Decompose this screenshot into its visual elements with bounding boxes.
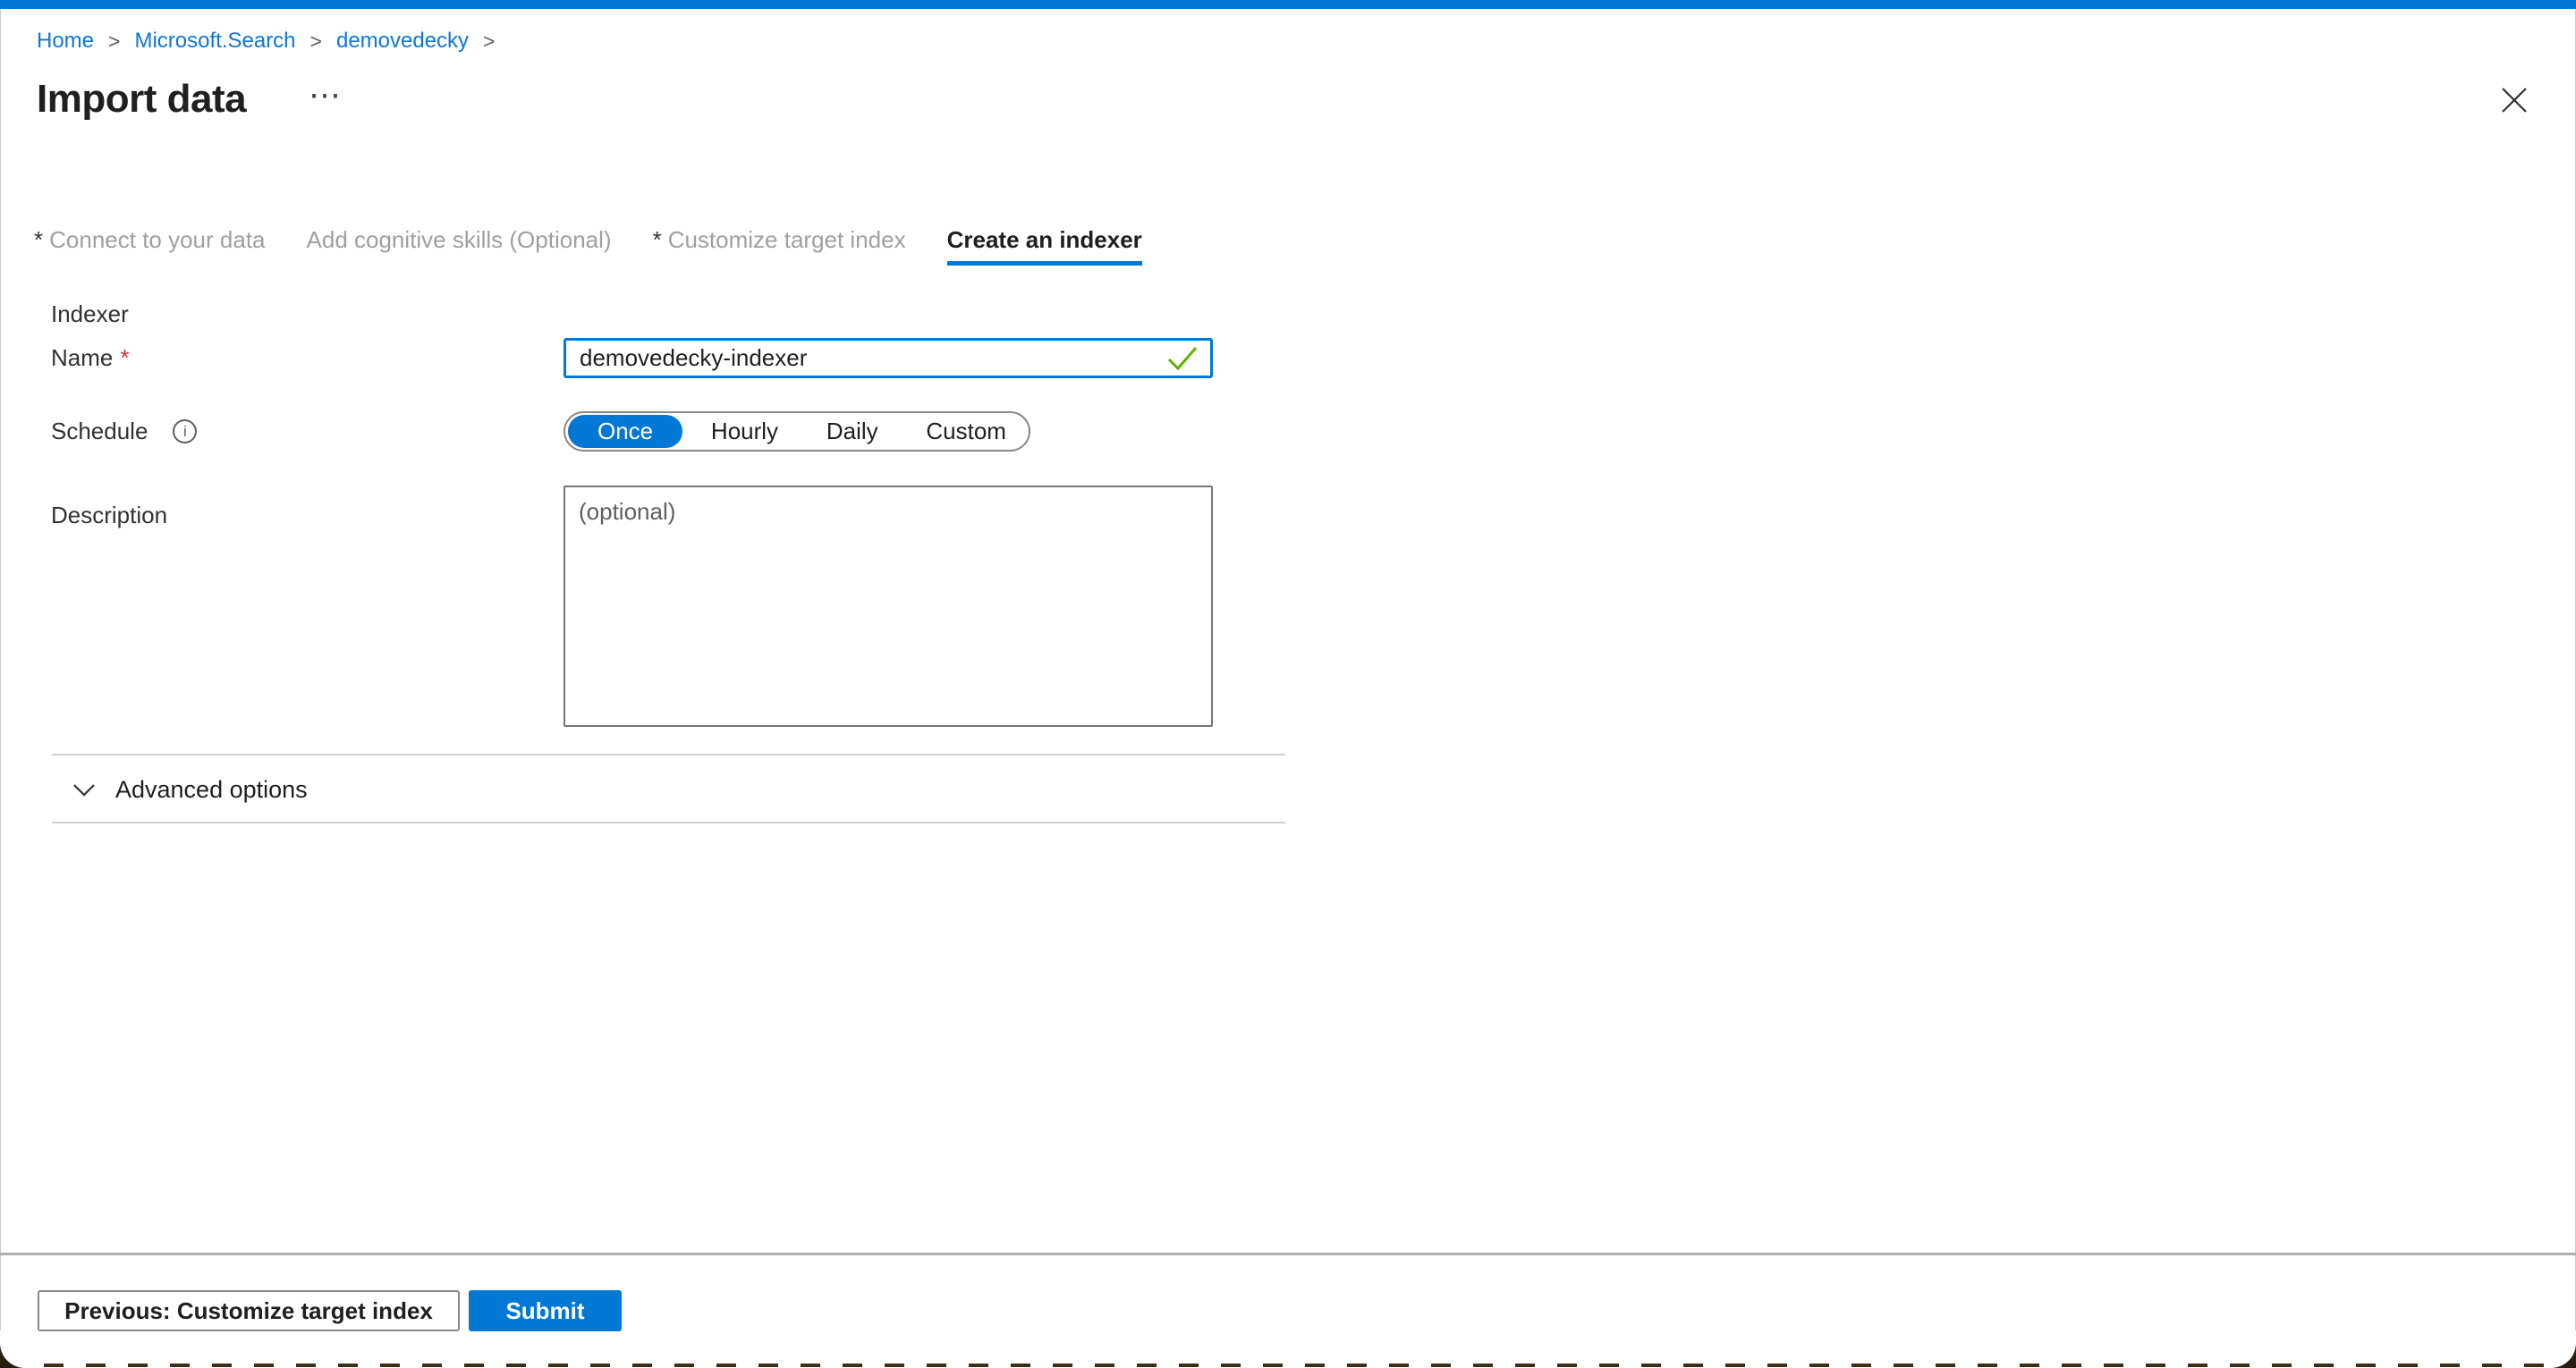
breadcrumb-link-demovedecky[interactable]: demovedecky — [336, 29, 469, 54]
schedule-row: Schedule i Once Hourly Daily Custom — [51, 411, 1285, 452]
indexer-section-heading: Indexer — [51, 300, 1285, 327]
import-data-panel: Home > Microsoft.Search > demovedecky > … — [0, 0, 2576, 1368]
advanced-options-label: Advanced options — [115, 776, 308, 804]
tab-create-an-indexer[interactable]: Create an indexer — [947, 226, 1142, 266]
divider — [52, 822, 1285, 823]
breadcrumb-separator: > — [483, 30, 495, 54]
tab-label: Connect to your data — [49, 226, 265, 253]
indexer-form: Indexer Name * Schedule i Once Hourly Da — [51, 300, 1285, 823]
tab-connect-to-your-data[interactable]: *Connect to your data — [34, 226, 266, 266]
valid-checkmark-icon — [1166, 345, 1199, 372]
window-bottom-edge — [44, 1364, 2575, 1367]
name-row: Name * — [51, 338, 1285, 378]
description-row: Description — [51, 486, 1285, 727]
window-corner-right — [2544, 1330, 2576, 1368]
more-options-icon[interactable]: ⋯ — [309, 75, 341, 114]
indexer-name-input[interactable] — [564, 338, 1213, 378]
close-button[interactable] — [2495, 80, 2534, 120]
description-textarea[interactable] — [564, 486, 1213, 727]
schedule-option-custom[interactable]: Custom — [906, 415, 1026, 448]
submit-button[interactable]: Submit — [469, 1290, 622, 1331]
required-star: * — [653, 226, 662, 253]
description-label: Description — [51, 502, 167, 529]
top-accent-bar — [0, 0, 2576, 9]
breadcrumb-separator: > — [310, 30, 322, 54]
required-asterisk: * — [120, 344, 129, 372]
window-corner-left — [0, 1330, 32, 1368]
breadcrumb-separator: > — [108, 30, 120, 54]
tab-label: Customize target index — [668, 226, 906, 253]
tab-label: Add cognitive skills (Optional) — [307, 226, 612, 253]
tab-customize-target-index[interactable]: *Customize target index — [653, 226, 906, 266]
schedule-option-hourly[interactable]: Hourly — [691, 415, 798, 448]
schedule-option-daily[interactable]: Daily — [807, 415, 898, 448]
schedule-label: Schedule — [51, 418, 148, 445]
breadcrumb: Home > Microsoft.Search > demovedecky > — [37, 29, 509, 54]
footer-divider — [0, 1253, 2576, 1255]
info-icon[interactable]: i — [173, 419, 197, 443]
required-star: * — [34, 226, 43, 253]
schedule-option-once[interactable]: Once — [568, 415, 682, 448]
breadcrumb-link-microsoft-search[interactable]: Microsoft.Search — [134, 29, 295, 54]
schedule-segmented-control: Once Hourly Daily Custom — [564, 411, 1030, 452]
close-icon — [2501, 87, 2528, 114]
tab-label: Create an indexer — [947, 226, 1142, 253]
advanced-options-toggle[interactable]: Advanced options — [72, 772, 1285, 807]
tab-strip: *Connect to your data Add cognitive skil… — [34, 226, 1142, 266]
divider — [52, 754, 1285, 756]
chevron-down-icon — [72, 783, 96, 797]
page-title: Import data — [37, 77, 246, 122]
breadcrumb-link-home[interactable]: Home — [37, 29, 94, 54]
tab-add-cognitive-skills[interactable]: Add cognitive skills (Optional) — [307, 226, 612, 266]
previous-button[interactable]: Previous: Customize target index — [38, 1290, 460, 1331]
name-label: Name — [51, 344, 113, 372]
footer-bar: Previous: Customize target index Submit — [38, 1290, 622, 1331]
